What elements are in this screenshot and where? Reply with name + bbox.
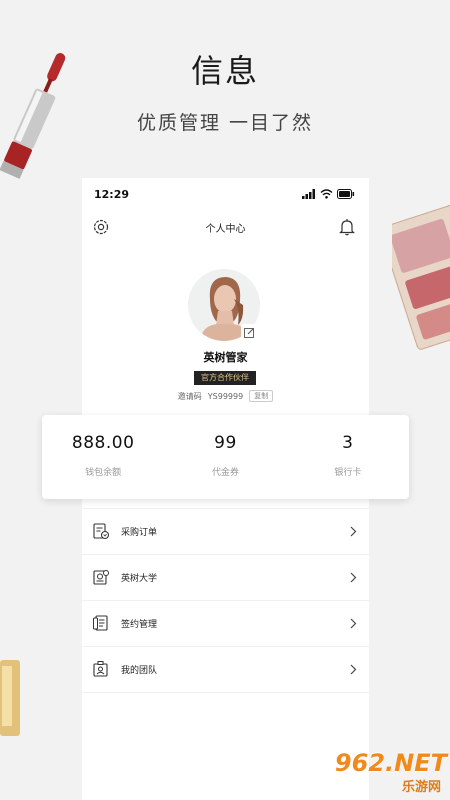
status-bar: 12:29: [94, 186, 355, 202]
menu-item-contract-management[interactable]: 签约管理: [82, 600, 369, 646]
university-icon: [93, 570, 109, 585]
stat-label: 代金券: [211, 468, 239, 478]
stat-value: 99: [214, 433, 237, 453]
perfume-bottle-image: [0, 660, 20, 736]
chevron-right-icon: [350, 618, 357, 629]
top-nav-bar: 个人中心: [82, 216, 369, 240]
contract-icon: [93, 615, 108, 631]
status-time: 12:29: [94, 187, 130, 201]
menu-item-university[interactable]: 英树大学: [82, 554, 369, 600]
stat-value: 888.00: [71, 433, 135, 453]
copy-button[interactable]: 复制: [249, 390, 274, 402]
battery-icon: [337, 189, 355, 199]
stat-vouchers[interactable]: 99 代金券: [164, 415, 286, 499]
user-name: 英树管家: [203, 351, 248, 364]
edit-avatar-button[interactable]: [241, 324, 258, 341]
lipstick-image: [0, 53, 66, 179]
watermark-sub: 乐游网: [401, 780, 441, 795]
menu-item-label: 英树大学: [121, 574, 158, 584]
menu-item-my-team[interactable]: 我的团队: [82, 646, 369, 692]
account-stats-card: 888.00 钱包余额 99 代金券 3 银行卡: [42, 415, 409, 499]
wifi-icon: [320, 189, 333, 199]
menu-divider: [82, 692, 369, 693]
stat-wallet-balance[interactable]: 888.00 钱包余额: [42, 415, 164, 499]
chevron-right-icon: [350, 664, 357, 675]
stat-value: 3: [342, 433, 354, 453]
invite-code-row: 邀请码 YS99999 复制: [82, 390, 369, 402]
team-icon: [93, 661, 108, 677]
page-title: 个人中心: [205, 224, 246, 235]
notification-bell-icon[interactable]: [339, 218, 355, 236]
stat-bank-cards[interactable]: 3 银行卡: [287, 415, 409, 499]
cellular-signal-icon: [302, 189, 315, 199]
watermark-brand: 962.NET: [334, 749, 447, 777]
stat-label: 钱包余额: [85, 468, 122, 478]
menu-item-purchase-orders[interactable]: 采购订单: [82, 508, 369, 554]
status-icons: [302, 189, 355, 199]
menu-item-label: 我的团队: [121, 666, 158, 676]
purchase-order-icon: [93, 523, 110, 540]
site-watermark: 962.NET 乐游网: [311, 750, 447, 796]
chevron-right-icon: [350, 572, 357, 583]
partner-badge: 官方合作伙伴: [194, 371, 256, 385]
menu-item-label: 采购订单: [121, 528, 158, 538]
blush-palette-image: [392, 204, 450, 350]
menu-item-label: 签约管理: [121, 620, 158, 630]
edit-pencil-icon: [244, 328, 254, 338]
menu-list: 采购订单 英树大学 签约管理 我的团队: [82, 508, 369, 693]
invite-code-value: YS99999: [207, 391, 244, 401]
stat-label: 银行卡: [334, 468, 362, 478]
invite-code-label: 邀请码: [177, 391, 202, 401]
chevron-right-icon: [350, 526, 357, 537]
